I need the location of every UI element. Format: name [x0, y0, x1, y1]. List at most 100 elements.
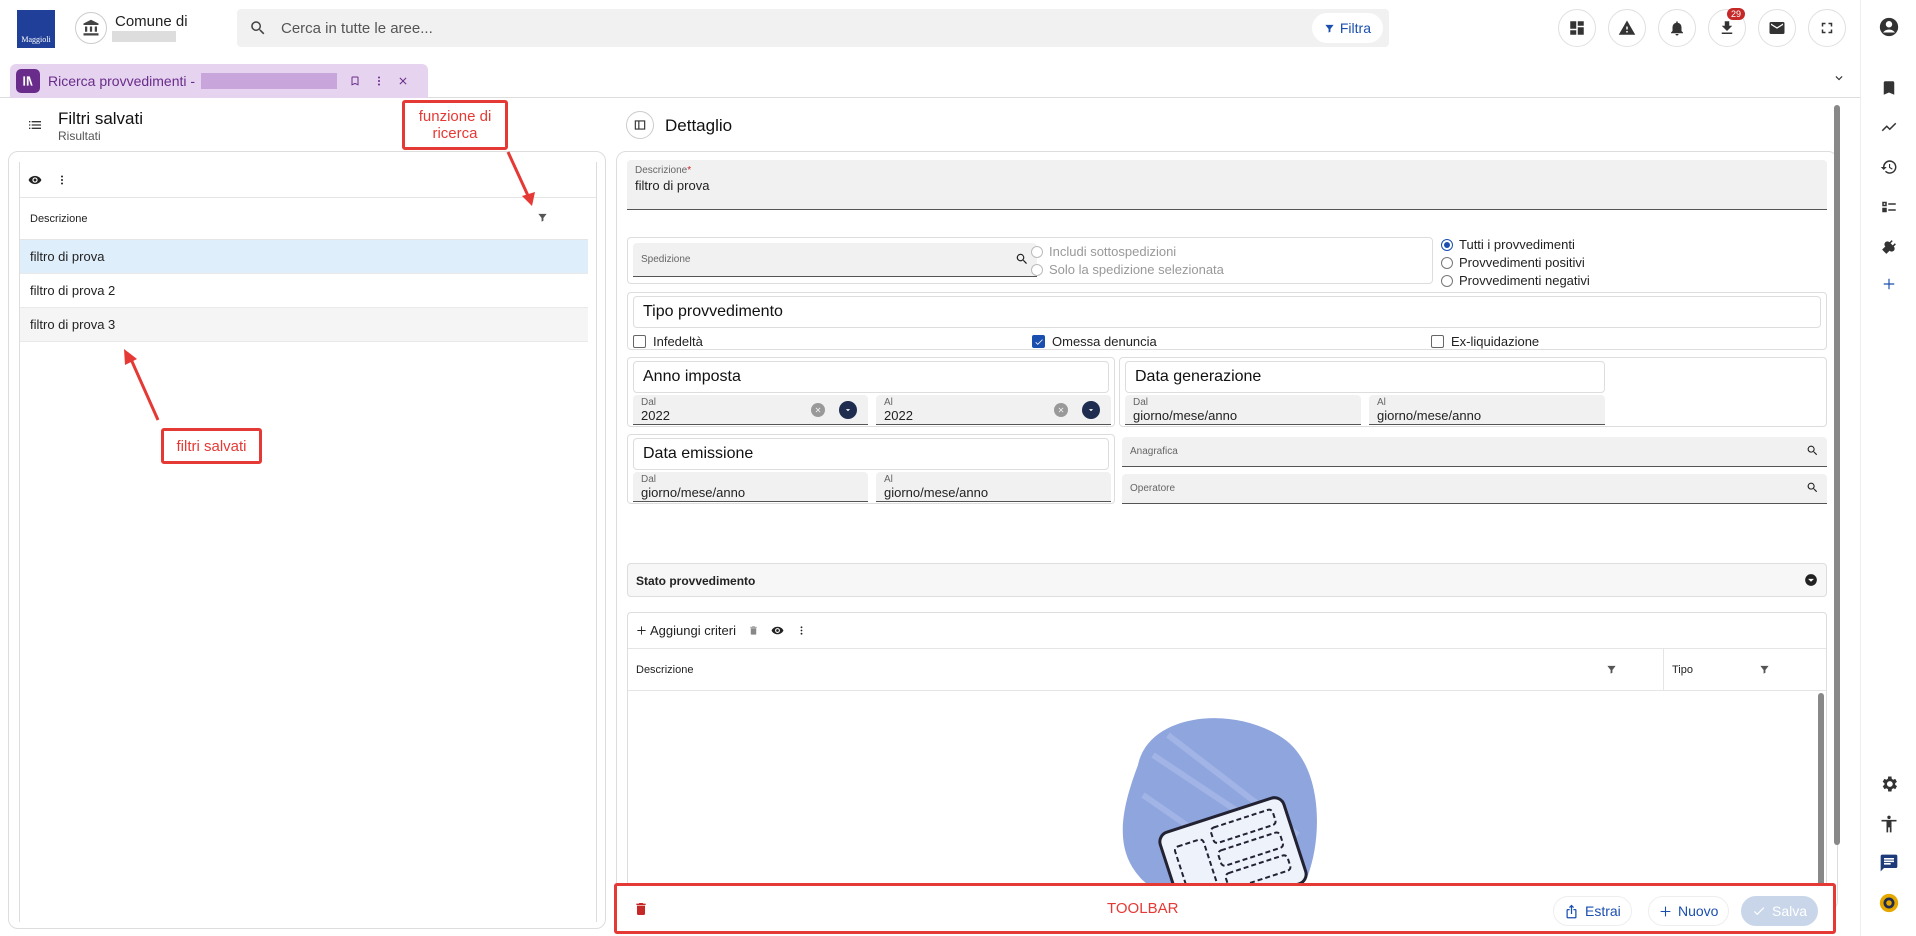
operatore-field[interactable]: Operatore: [1122, 474, 1827, 504]
statistics-button[interactable]: [1878, 116, 1900, 138]
tasks-button[interactable]: [1878, 196, 1900, 218]
tab-ricerca-provvedimenti[interactable]: Ricerca provvedimenti -: [10, 64, 428, 98]
dashboard-icon: [1570, 21, 1584, 35]
anagrafica-field[interactable]: Anagrafica: [1122, 437, 1827, 467]
nuovo-button[interactable]: Nuovo: [1648, 896, 1730, 926]
solo-spedizione-radio[interactable]: Solo la spedizione selezionata: [1031, 262, 1224, 277]
descrizione-field[interactable]: Descrizione* filtro di prova: [627, 160, 1827, 210]
settings-button[interactable]: [1878, 773, 1900, 795]
share-icon: [1566, 904, 1577, 918]
datagen-dal-field[interactable]: Dal giorno/mese/anno: [1125, 395, 1361, 425]
maggioli-logo[interactable]: Maggioli: [17, 10, 55, 48]
dataem-al-field[interactable]: Al giorno/mese/anno: [876, 472, 1111, 502]
column-header-descrizione[interactable]: Descrizione: [636, 664, 693, 676]
pane-title: Filtri salvati: [58, 109, 144, 128]
app-icon: [16, 69, 40, 93]
chat-icon: [1880, 854, 1898, 872]
estrai-button[interactable]: Estrai: [1553, 896, 1632, 926]
warning-icon: [1618, 20, 1636, 35]
right-sidebar: [1860, 0, 1916, 936]
delete-criteria-button[interactable]: [748, 625, 759, 636]
stato-provvedimento-accordion[interactable]: Stato provvedimento: [627, 563, 1827, 597]
criteri-menu-button[interactable]: [796, 625, 807, 636]
chat-button[interactable]: [1878, 852, 1900, 874]
column-filter-button[interactable]: [537, 212, 548, 223]
anno-al-dropdown-button[interactable]: [1082, 401, 1100, 419]
spedizione-search-button[interactable]: [1015, 252, 1029, 266]
account-button[interactable]: [1878, 16, 1900, 38]
column-divider: [1663, 649, 1664, 691]
anagrafica-search-button[interactable]: [1806, 444, 1819, 457]
checkbox-ex-liquidazione[interactable]: Ex-liquidazione: [1431, 334, 1539, 349]
download-icon: [1721, 21, 1733, 34]
bell-icon: [1671, 21, 1683, 36]
visibility-button[interactable]: [771, 624, 784, 637]
saved-filter-row[interactable]: filtro di prova: [20, 240, 588, 274]
dataem-dal-field[interactable]: Dal giorno/mese/anno: [633, 472, 868, 502]
column-filter-button[interactable]: [1606, 664, 1617, 675]
fullscreen-button[interactable]: [1808, 9, 1846, 47]
tab-label: Ricerca provvedimenti -: [48, 73, 196, 89]
saved-filters-pane: Filtri salvati Risultati Descrizione fil…: [0, 99, 610, 936]
delete-button[interactable]: [633, 901, 649, 917]
radio-tutti-provvedimenti[interactable]: Tutti i provvedimenti: [1441, 237, 1575, 252]
list-icon[interactable]: [26, 117, 44, 133]
bookmarks-button[interactable]: [1878, 77, 1900, 99]
tabs-expand-button[interactable]: [1832, 71, 1846, 85]
tab-label-redacted: [201, 73, 338, 89]
filter-icon: [538, 213, 547, 222]
filter-icon: [1325, 24, 1334, 33]
anno-dal-dropdown-button[interactable]: [839, 401, 857, 419]
tab-close-button[interactable]: [397, 75, 409, 87]
grid-menu-button[interactable]: [56, 174, 68, 186]
trending-icon: [1881, 122, 1897, 132]
saved-filter-row[interactable]: filtro di prova 2: [20, 274, 588, 308]
includi-sottospedizioni-radio[interactable]: Includi sottospedizioni: [1031, 244, 1176, 259]
notifications-button[interactable]: [1658, 9, 1696, 47]
tab-menu-button[interactable]: [373, 75, 385, 87]
salva-button[interactable]: Salva: [1741, 896, 1819, 926]
search-input[interactable]: [281, 9, 1181, 47]
operatore-search-button[interactable]: [1806, 481, 1819, 494]
radio-provvedimenti-positivi[interactable]: Provvedimenti positivi: [1441, 255, 1585, 270]
visibility-button[interactable]: [28, 173, 42, 187]
saved-filter-row[interactable]: filtro di prova 3: [20, 308, 588, 342]
anno-dal-field[interactable]: Dal 2022: [633, 395, 868, 425]
top-bar: Maggioli Comune di Filtra 29: [0, 0, 1860, 55]
tipo-provvedimento-title: Tipo provvedimento: [643, 303, 783, 320]
accessibility-button[interactable]: [1878, 813, 1900, 835]
warnings-button[interactable]: [1608, 9, 1646, 47]
pane-subtitle: Risultati: [58, 129, 101, 143]
column-header-tipo[interactable]: Tipo: [1672, 664, 1693, 676]
checkbox-infedelta[interactable]: Infedeltà: [633, 334, 703, 349]
aggiungi-criteri-button[interactable]: Aggiungi criteri: [636, 623, 736, 638]
criteri-scrollbar[interactable]: [1818, 693, 1824, 910]
spedizione-field[interactable]: Spedizione: [633, 243, 1037, 277]
radio-provvedimenti-negativi[interactable]: Provvedimenti negativi: [1441, 273, 1590, 288]
history-button[interactable]: [1878, 156, 1900, 178]
clear-anno-al-button[interactable]: [1054, 403, 1068, 417]
filter-icon: [1607, 665, 1616, 674]
plugins-button[interactable]: [1878, 236, 1900, 258]
detail-scrollbar[interactable]: [1834, 105, 1840, 845]
messages-button[interactable]: [1758, 9, 1796, 47]
anno-al-field[interactable]: Al 2022: [876, 395, 1111, 425]
datagen-al-field[interactable]: Al giorno/mese/anno: [1369, 395, 1605, 425]
checkbox-omessa-denuncia[interactable]: Omessa denuncia: [1032, 334, 1157, 349]
accessibility-icon: [1881, 815, 1897, 833]
filter-button[interactable]: Filtra: [1311, 13, 1383, 43]
dashboard-button[interactable]: [1558, 9, 1596, 47]
add-button[interactable]: [1878, 273, 1900, 295]
chevron-down-icon: [1805, 574, 1817, 586]
tab-bookmark-button[interactable]: [349, 75, 361, 87]
expand-stato-button[interactable]: [1804, 573, 1818, 587]
clear-anno-dal-button[interactable]: [811, 403, 825, 417]
criteri-header: Descrizione Tipo: [628, 649, 1826, 691]
column-filter-button[interactable]: [1759, 664, 1770, 675]
toggle-sidebar-button[interactable]: [626, 111, 654, 139]
annotation-saved-filters: filtri salvati: [161, 428, 262, 464]
trash-icon: [636, 903, 646, 915]
help-button[interactable]: [1878, 892, 1900, 914]
downloads-button[interactable]: 29: [1708, 8, 1746, 47]
municipality-icon[interactable]: [75, 12, 107, 44]
